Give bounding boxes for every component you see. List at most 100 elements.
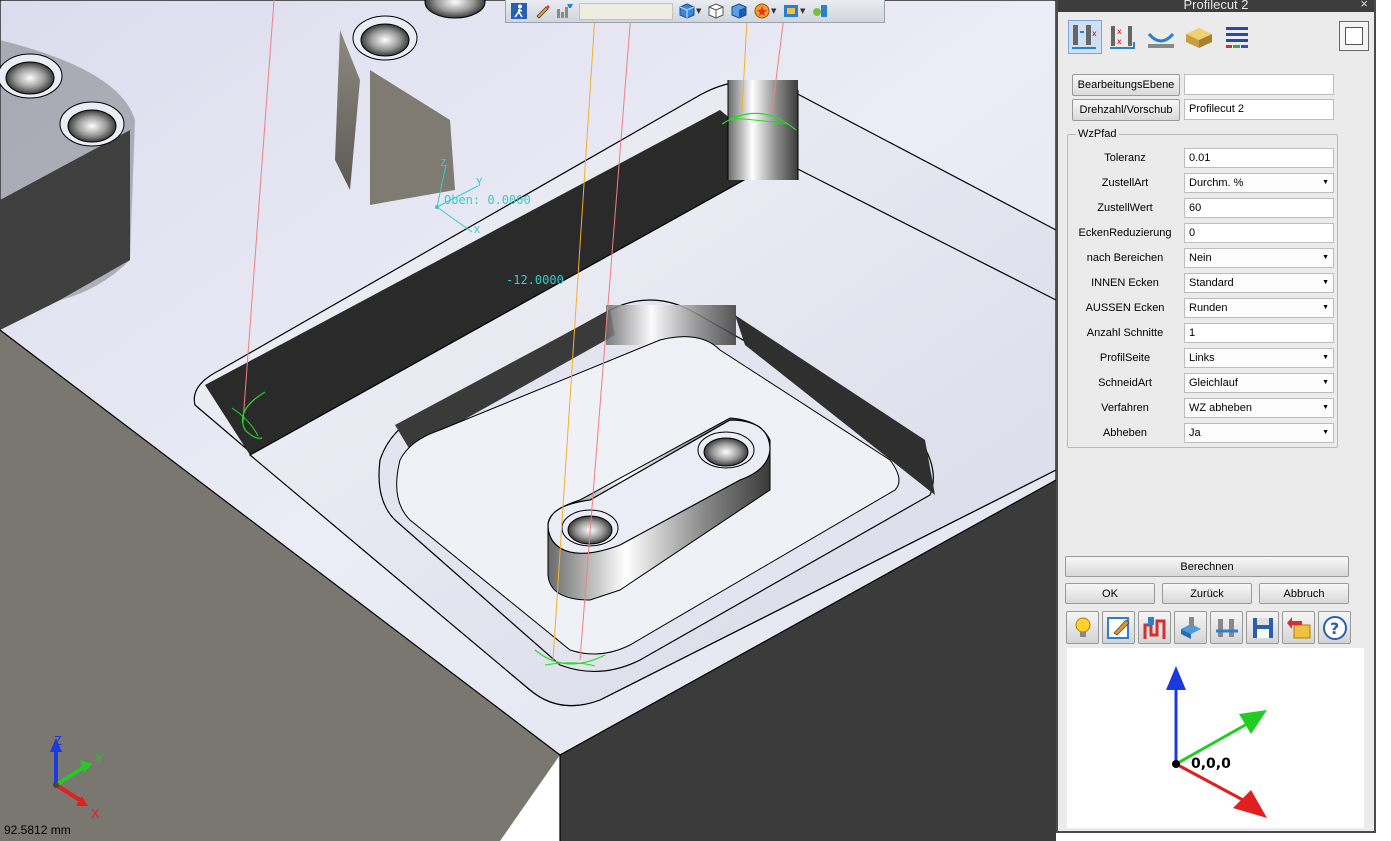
lightbulb-icon[interactable] xyxy=(1066,611,1099,644)
svg-text:x: x xyxy=(1117,37,1122,46)
edit-icon[interactable] xyxy=(1102,611,1135,644)
param-label: Anzahl Schnitte xyxy=(1086,327,1164,339)
tool-icon[interactable] xyxy=(1144,20,1178,54)
svg-text:x: x xyxy=(1092,29,1097,38)
search-field[interactable] xyxy=(579,2,673,20)
undo-icon[interactable] xyxy=(1282,611,1315,644)
drehzahl-vorschub-button[interactable]: Drehzahl/Vorschub xyxy=(1072,99,1180,121)
chevron-down-icon[interactable]: ▼ xyxy=(1322,374,1329,392)
param-select[interactable]: Durchm. % ▼ xyxy=(1184,173,1334,193)
display-dropdown[interactable]: ▼ xyxy=(800,7,806,15)
axis-y-label: Y xyxy=(95,751,104,766)
depth-icon[interactable]: xx xyxy=(1106,20,1140,54)
view-cube-dropdown[interactable]: ▼ xyxy=(696,7,702,15)
param-select[interactable]: Standard ▼ xyxy=(1184,273,1334,293)
param-value: 0 xyxy=(1189,227,1196,239)
param-row: ProfilSeite Links ▼ xyxy=(1068,347,1339,369)
param-select[interactable]: Links ▼ xyxy=(1184,348,1334,368)
bearbeitungsebene-row: BearbeitungsEbene xyxy=(1058,74,1374,96)
param-label: SchneidArt xyxy=(1098,377,1152,389)
chevron-down-icon[interactable]: ▼ xyxy=(1322,424,1329,442)
bearbeitungsebene-field[interactable] xyxy=(1184,74,1334,95)
origin-label: 0,0,0 xyxy=(1191,756,1231,772)
param-row: SchneidArt Gleichlauf ▼ xyxy=(1068,372,1339,394)
depth-label: -12.0000 xyxy=(506,273,564,287)
chevron-down-icon[interactable]: ▼ xyxy=(1322,399,1329,417)
light-icon[interactable] xyxy=(811,3,829,20)
wzpfad-group: WzPfad Toleranz 0.01 ZustellArt Durchm. % ▼ Z… xyxy=(1067,128,1339,448)
param-label: AUSSEN Ecken xyxy=(1085,302,1165,314)
drehzahl-vorschub-field[interactable]: Profilecut 2 xyxy=(1184,99,1334,120)
param-row: INNEN Ecken Standard ▼ xyxy=(1068,272,1339,294)
chevron-down-icon[interactable]: ▼ xyxy=(1322,249,1329,267)
pencil-icon[interactable] xyxy=(533,3,551,20)
view-toolbar: ▼ ▼ ▼ xyxy=(505,0,885,23)
profile-pocket-icon[interactable]: x xyxy=(1068,20,1102,54)
param-value: 1 xyxy=(1189,327,1196,339)
profilecut-panel: Profilecut 2 × x xx BearbeitungsEbene Dr… xyxy=(1056,0,1376,833)
param-row: Abheben Ja ▼ xyxy=(1068,422,1339,444)
param-value: Gleichlauf xyxy=(1189,377,1238,389)
shaded-cube-icon[interactable] xyxy=(730,3,748,20)
mode-tabs: x xx xyxy=(1068,20,1254,54)
simulate-icon[interactable] xyxy=(1174,611,1207,644)
panel-title: Profilecut 2 xyxy=(1183,0,1249,12)
param-value: 60 xyxy=(1189,202,1202,214)
param-label: ProfilSeite xyxy=(1099,352,1151,364)
param-select[interactable]: WZ abheben ▼ xyxy=(1184,398,1334,418)
param-value: WZ abheben xyxy=(1189,402,1252,414)
list-icon[interactable] xyxy=(1220,20,1254,54)
param-select[interactable]: Gleichlauf ▼ xyxy=(1184,373,1334,393)
display-mode-icon[interactable] xyxy=(782,3,800,20)
walk-icon[interactable] xyxy=(510,3,528,20)
param-value: Ja xyxy=(1189,427,1201,439)
cad-viewport[interactable]: Oben: 0.0000 -12.0000 Y X Z Z Y X 92.581… xyxy=(0,0,1056,841)
param-row: EckenReduzierung 0 xyxy=(1068,222,1339,244)
param-row: Verfahren WZ abheben ▼ xyxy=(1068,397,1339,419)
close-icon[interactable]: × xyxy=(1360,0,1368,10)
panel-titlebar[interactable]: Profilecut 2 × xyxy=(1058,0,1374,12)
stock-icon[interactable] xyxy=(1182,20,1216,54)
param-select[interactable]: Nein ▼ xyxy=(1184,248,1334,268)
param-input[interactable]: 0 xyxy=(1184,223,1334,243)
color-wheel-icon[interactable] xyxy=(753,3,771,20)
ok-button[interactable]: OK xyxy=(1065,583,1155,604)
action-icon-row: ? xyxy=(1066,611,1351,644)
param-label: Verfahren xyxy=(1101,402,1149,414)
param-input[interactable]: 60 xyxy=(1184,198,1334,218)
berechnen-button[interactable]: Berechnen xyxy=(1065,556,1349,577)
drehzahl-row: Drehzahl/Vorschub Profilecut 2 xyxy=(1058,99,1374,121)
save-icon[interactable] xyxy=(1246,611,1279,644)
wireframe-cube-icon[interactable] xyxy=(707,3,725,20)
param-row: Toleranz 0.01 xyxy=(1068,147,1339,169)
color-dropdown[interactable]: ▼ xyxy=(771,7,777,15)
zurueck-button[interactable]: Zurück xyxy=(1162,583,1252,604)
help-icon[interactable]: ? xyxy=(1318,611,1351,644)
frame-toggle-button[interactable] xyxy=(1339,21,1369,51)
param-input[interactable]: 0.01 xyxy=(1184,148,1334,168)
param-label: nach Bereichen xyxy=(1086,252,1164,264)
param-row: Anzahl Schnitte 1 xyxy=(1068,322,1339,344)
chevron-down-icon[interactable]: ▼ xyxy=(1322,349,1329,367)
abbruch-button[interactable]: Abbruch xyxy=(1259,583,1349,604)
chevron-down-icon[interactable]: ▼ xyxy=(1322,174,1329,192)
chevron-down-icon[interactable]: ▼ xyxy=(1322,299,1329,317)
settings-icon[interactable] xyxy=(1210,611,1243,644)
param-select[interactable]: Ja ▼ xyxy=(1184,423,1334,443)
param-label: Abheben xyxy=(1102,427,1148,439)
chevron-down-icon[interactable]: ▼ xyxy=(1322,274,1329,292)
work-plane-top-label: Oben: 0.0000 xyxy=(444,193,531,207)
toolpath-icon[interactable] xyxy=(1138,611,1171,644)
param-row: ZustellArt Durchm. % ▼ xyxy=(1068,172,1339,194)
param-value: Runden xyxy=(1189,302,1228,314)
filter-icon[interactable] xyxy=(556,3,574,20)
param-row: AUSSEN Ecken Runden ▼ xyxy=(1068,297,1339,319)
param-label: INNEN Ecken xyxy=(1091,277,1159,289)
param-input[interactable]: 1 xyxy=(1184,323,1334,343)
wzpfad-legend: WzPfad xyxy=(1076,128,1119,140)
work-plane-y-label: Y xyxy=(476,176,483,189)
param-value: Nein xyxy=(1189,252,1212,264)
param-select[interactable]: Runden ▼ xyxy=(1184,298,1334,318)
view-cube-icon[interactable] xyxy=(678,3,696,20)
bearbeitungsebene-button[interactable]: BearbeitungsEbene xyxy=(1072,74,1180,96)
